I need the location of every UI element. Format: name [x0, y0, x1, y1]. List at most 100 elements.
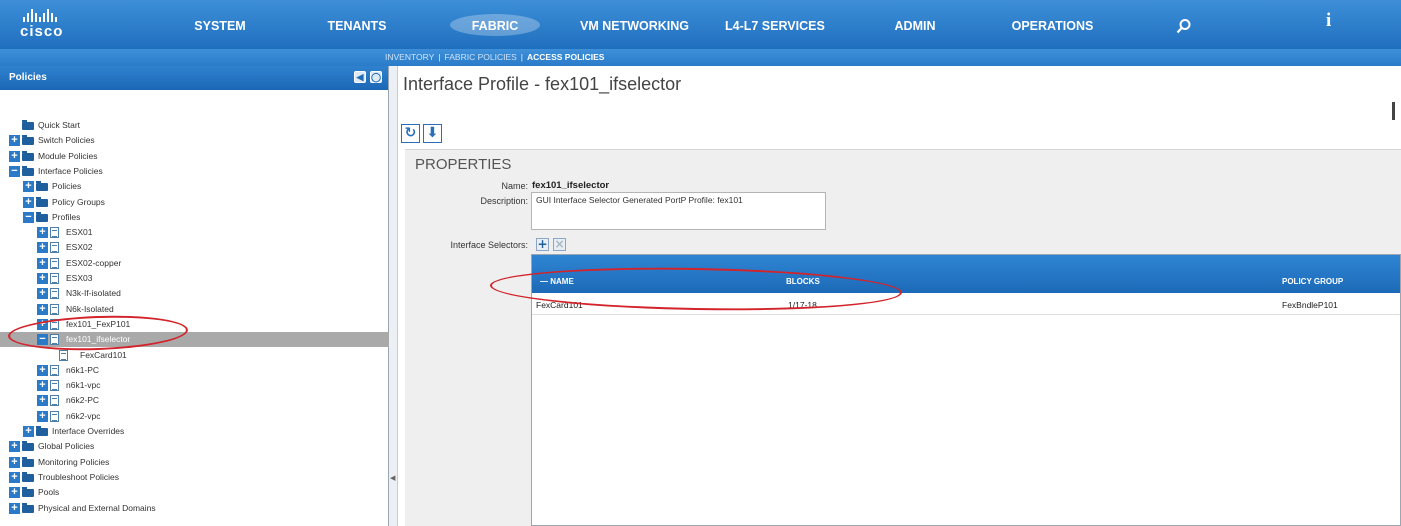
tree-item[interactable]: + fex101_FexP101 — [0, 317, 389, 332]
tree-item-label: fex101_ifselector — [66, 334, 131, 345]
nav-vm-networking[interactable]: VM NETWORKING — [580, 0, 689, 49]
folder-icon — [36, 211, 48, 222]
expand-icon[interactable]: + — [37, 410, 48, 422]
tree-item[interactable]: + N3k-If-isolated — [0, 286, 389, 301]
collapse-icon[interactable]: − — [23, 211, 34, 223]
tree-item[interactable]: + Physical and External Domains — [0, 501, 389, 516]
refresh-icon[interactable]: ↻ — [401, 124, 420, 143]
collapse-icon[interactable]: − — [37, 334, 48, 346]
cisco-logo[interactable]: cisco — [20, 9, 80, 43]
tree-item-label: N6k-Isolated — [66, 303, 114, 314]
delete-selector-icon[interactable]: × — [553, 238, 566, 251]
expand-icon[interactable]: + — [37, 318, 48, 330]
expand-icon[interactable]: + — [37, 395, 48, 407]
collapse-icon[interactable]: − — [9, 165, 20, 177]
expand-icon[interactable]: + — [9, 471, 20, 483]
nav-admin[interactable]: ADMIN — [885, 0, 945, 49]
table-row[interactable]: FexCard101 1/17-18 FexBndleP101 — [532, 293, 1400, 315]
interface-selectors-label: Interface Selectors: — [450, 240, 528, 250]
tree-item[interactable]: + ESX03 — [0, 271, 389, 286]
nav-fabric[interactable]: FABRIC — [460, 0, 530, 49]
tree-item-label: N3k-If-isolated — [66, 288, 121, 299]
expand-icon[interactable]: + — [23, 196, 34, 208]
tree-item[interactable]: + ESX02 — [0, 240, 389, 255]
nav-tenants-label: TENANTS — [327, 19, 387, 33]
expand-icon[interactable]: + — [37, 227, 48, 239]
nav-operations[interactable]: OPERATIONS — [1010, 0, 1095, 49]
expand-icon[interactable]: + — [37, 364, 48, 376]
tree-item[interactable]: + Global Policies — [0, 439, 389, 454]
tree-item[interactable]: + N6k-Isolated — [0, 302, 389, 317]
tree-item[interactable]: − Profiles — [0, 210, 389, 225]
cisco-logo-text: cisco — [20, 23, 64, 40]
tree-item[interactable]: + Switch Policies — [0, 133, 389, 148]
expand-icon[interactable]: + — [9, 502, 20, 514]
expand-icon[interactable]: + — [37, 380, 48, 392]
table-header: — NAME BLOCKS POLICY GROUP — [532, 255, 1400, 293]
expand-icon[interactable]: + — [37, 257, 48, 269]
tree-item-label: Switch Policies — [38, 135, 95, 146]
panel-splitter[interactable]: ◀ — [389, 66, 398, 526]
tree-item[interactable]: + ESX01 — [0, 225, 389, 240]
expand-icon[interactable]: + — [37, 273, 48, 284]
tree-item[interactable]: + n6k1-vpc — [0, 378, 389, 393]
column-header-name-label: NAME — [550, 277, 574, 286]
tree-item[interactable]: + Troubleshoot Policies — [0, 470, 389, 485]
document-icon — [50, 364, 59, 376]
tree-item[interactable]: − Interface Policies — [0, 164, 389, 179]
pane-edge-handle[interactable] — [1392, 102, 1395, 120]
expand-icon[interactable]: + — [23, 426, 34, 437]
splitter-arrow-icon[interactable]: ◀ — [390, 474, 395, 482]
subnav-inventory[interactable]: INVENTORY — [385, 52, 434, 62]
download-icon[interactable]: ⬇ — [423, 124, 442, 143]
expand-icon[interactable]: + — [9, 135, 20, 147]
tree-item[interactable]: + Module Policies — [0, 149, 389, 164]
folder-icon — [36, 196, 48, 207]
tree-item-label: Module Policies — [38, 150, 98, 161]
expand-icon[interactable]: + — [37, 242, 48, 254]
expand-icon[interactable]: + — [37, 303, 48, 315]
tree-item[interactable]: + Interface Overrides — [0, 424, 389, 439]
subnav-separator: | — [520, 52, 524, 62]
tree-item[interactable]: + n6k1-PC — [0, 363, 389, 378]
tree-item-label: ESX02 — [66, 242, 93, 253]
interface-selectors-table: — NAME BLOCKS POLICY GROUP FexCard101 1/… — [531, 254, 1401, 526]
expand-icon[interactable]: + — [9, 441, 20, 453]
tree-item[interactable]: + ESX02-copper — [0, 256, 389, 271]
expand-icon[interactable]: + — [9, 456, 20, 468]
column-header-blocks[interactable]: BLOCKS — [786, 277, 820, 286]
nav-tenants[interactable]: TENANTS — [322, 0, 392, 49]
expand-icon[interactable]: + — [9, 487, 20, 499]
collapse-panel-icon[interactable]: ◀ — [354, 71, 366, 83]
subnav-fabric-policies[interactable]: FABRIC POLICIES — [445, 52, 517, 62]
tree-item[interactable]: + n6k2-vpc — [0, 409, 389, 424]
subnav-access-policies[interactable]: ACCESS POLICIES — [527, 52, 604, 62]
tree-item[interactable]: + Policy Groups — [0, 195, 389, 210]
tree-item[interactable]: + Pools — [0, 485, 389, 500]
search-icon[interactable] — [1176, 18, 1192, 34]
tree-item[interactable]: Quick Start — [0, 118, 389, 133]
expand-icon[interactable]: + — [9, 150, 20, 162]
nav-system[interactable]: SYSTEM — [190, 0, 250, 49]
tree-item-label: n6k1-PC — [66, 364, 100, 375]
info-icon[interactable]: i — [1326, 10, 1331, 32]
document-icon — [50, 227, 59, 239]
tree-item[interactable]: + Policies — [0, 179, 389, 194]
properties-title: PROPERTIES — [415, 156, 512, 173]
nav-admin-label: ADMIN — [894, 19, 936, 33]
document-icon — [50, 303, 59, 315]
tree-item[interactable]: + Monitoring Policies — [0, 455, 389, 470]
column-header-name[interactable]: — NAME — [540, 277, 574, 286]
refresh-tree-icon[interactable]: ◯ — [370, 71, 382, 83]
nav-l4-l7-services[interactable]: L4-L7 SERVICES — [725, 0, 825, 49]
add-selector-icon[interactable]: + — [536, 238, 549, 251]
expand-icon[interactable]: + — [37, 288, 48, 300]
description-field[interactable]: GUI Interface Selector Generated PortP P… — [531, 192, 826, 230]
tree-item[interactable]: − fex101_ifselector — [0, 332, 389, 348]
column-header-policy-group[interactable]: POLICY GROUP — [1282, 277, 1343, 286]
expand-icon[interactable]: + — [23, 181, 34, 193]
tree-item[interactable]: FexCard101 — [0, 348, 389, 363]
folder-icon — [22, 487, 34, 498]
tree-item[interactable]: + n6k2-PC — [0, 393, 389, 408]
tree-item-label: Policy Groups — [52, 196, 105, 207]
